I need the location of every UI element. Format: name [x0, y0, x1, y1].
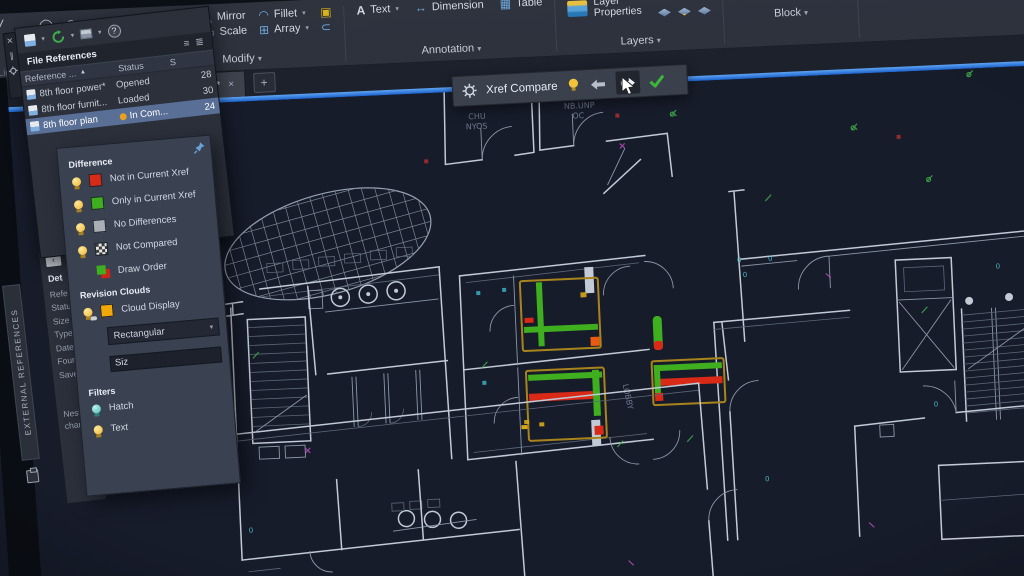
dwg-icon[interactable]: [80, 28, 93, 39]
color-swatch[interactable]: [88, 173, 102, 187]
plan-right-stairs: [961, 292, 1024, 421]
hatched-ellipse: [208, 159, 448, 331]
svg-text:LOBBY: LOBBY: [621, 383, 635, 410]
fillet-button[interactable]: ◠Fillet▾: [258, 6, 308, 22]
ribbon-separator: [857, 0, 860, 38]
xref-compare-highlights: [515, 272, 727, 441]
dwg-file-icon: [28, 105, 38, 116]
ribbon-panel-annotation: AText▾ ↔Dimension ▦Table Annotation ▾: [346, 0, 555, 65]
svg-text:0: 0: [249, 527, 254, 535]
column-size[interactable]: S: [169, 53, 210, 67]
compare-visibility-bulb-icon[interactable]: [566, 78, 580, 94]
dwg-file-icon: [30, 121, 40, 132]
dimension-button[interactable]: ↔Dimension: [415, 0, 485, 15]
sort-ascending-icon: ▲: [80, 69, 87, 76]
color-swatch[interactable]: [90, 196, 104, 210]
plan-right-rooms: [714, 300, 1024, 549]
plan-topright-wall: [740, 226, 1024, 292]
block-panel-label[interactable]: Block ▾: [736, 2, 847, 24]
cloud-bulb-icon[interactable]: [83, 307, 93, 317]
layer-state-icon[interactable]: [657, 0, 670, 3]
refresh-dropdown-icon[interactable]: ▾: [70, 31, 74, 39]
compare-status-icon: [119, 112, 127, 120]
attach-dropdown-icon[interactable]: ▾: [41, 35, 45, 43]
mouse-cursor: [621, 76, 636, 102]
ribbon-panel-layers: Layer Properties Layers ▾: [557, 0, 723, 55]
visibility-bulb-icon[interactable]: [74, 200, 84, 210]
svg-text:0: 0: [737, 256, 742, 264]
visibility-bulb-icon[interactable]: [72, 177, 82, 187]
palette-settings-gear-icon[interactable]: [8, 66, 18, 78]
plan-diagonal-door: [602, 143, 751, 347]
lock-icon[interactable]: ▣: [320, 5, 332, 20]
layer-properties-button[interactable]: Layer Properties: [567, 0, 646, 20]
diff-row-no-differences: No Differences: [75, 210, 209, 235]
finish-compare-check-icon[interactable]: [648, 74, 665, 88]
cloud-color-swatch[interactable]: [100, 304, 114, 318]
tree-view-icon[interactable]: ≣: [195, 36, 205, 48]
hatch-filter-bulb-icon[interactable]: [91, 404, 101, 414]
autocad-app: ╱ ◡ ◯ ◠ ▭ ⊙ Line Circle Arc ✛Move △Mirro…: [0, 0, 1024, 576]
refresh-icon[interactable]: [50, 29, 65, 44]
diff-row-not-compared: Not Compared: [77, 233, 211, 258]
svg-text:0: 0: [743, 271, 748, 279]
xref-compare-settings-panel: Difference Not in Current Xref Only in C…: [56, 134, 241, 496]
ribbon-panel-block: Block ▾: [725, 0, 858, 48]
filter-text-row: Text: [93, 413, 226, 436]
visibility-bulb-icon[interactable]: [76, 223, 86, 233]
layer-properties-icon: [567, 0, 588, 17]
table-button[interactable]: ▦Table: [499, 0, 542, 11]
chevron-down-icon: ▾: [209, 323, 213, 331]
draw-order-swatch[interactable]: [96, 265, 110, 279]
layer-freeze-icon[interactable]: [697, 0, 710, 1]
palette-close-icon[interactable]: ✕: [6, 36, 14, 46]
previous-change-arrow-icon[interactable]: [588, 78, 607, 91]
layer-isolate-icon[interactable]: [677, 0, 690, 2]
xref-compare-title: Xref Compare: [486, 80, 558, 96]
layer-match-icon[interactable]: [698, 7, 711, 19]
layers-panel-label[interactable]: Layers ▾: [569, 30, 713, 53]
palette-autohide-icon[interactable]: ∥: [9, 51, 14, 60]
svg-text:NYOS: NYOS: [466, 121, 488, 131]
visibility-bulb-icon[interactable]: [78, 246, 88, 256]
svg-text:0: 0: [768, 255, 773, 263]
dwg-dropdown-icon[interactable]: ▾: [98, 28, 102, 36]
new-tab-button[interactable]: +: [253, 72, 276, 93]
svg-text:CHU: CHU: [468, 112, 486, 122]
checker-swatch[interactable]: [94, 242, 108, 256]
attach-reference-icon[interactable]: [24, 34, 36, 47]
svg-text:OC: OC: [572, 111, 585, 121]
cloud-shape-dropdown[interactable]: Rectangular ▾: [107, 317, 220, 345]
help-icon[interactable]: ?: [107, 24, 121, 38]
svg-text:0: 0: [765, 475, 770, 483]
plan-elevator: [895, 258, 956, 372]
cloud-size-input[interactable]: [109, 346, 222, 372]
join-icon[interactable]: ⊂: [321, 20, 333, 35]
text-button[interactable]: AText▾: [356, 2, 399, 18]
plan-markers: 0 0 0 0 0 0 0: [229, 70, 1012, 576]
clipboard-icon: [26, 469, 39, 483]
layer-lock-icon[interactable]: [658, 8, 671, 20]
svg-text:0: 0: [995, 262, 1000, 270]
xref-settings-gear-icon[interactable]: [462, 83, 478, 99]
dwg-file-icon: [26, 89, 36, 100]
list-view-icon[interactable]: ≡: [183, 38, 190, 50]
diff-row-draw-order: Draw Order: [79, 256, 213, 281]
pushpin-icon[interactable]: [193, 140, 207, 159]
diff-row-only-in-current: Only in Current Xref: [73, 187, 207, 212]
tab-close-icon[interactable]: ×: [228, 79, 234, 90]
array-button[interactable]: ⊞Array▾: [259, 21, 309, 37]
svg-text:0: 0: [934, 400, 939, 408]
svg-text:NB.UNP: NB.UNP: [564, 101, 595, 111]
color-swatch[interactable]: [92, 219, 106, 233]
text-filter-bulb-icon[interactable]: [93, 425, 103, 435]
layer-off-icon[interactable]: [678, 7, 691, 19]
